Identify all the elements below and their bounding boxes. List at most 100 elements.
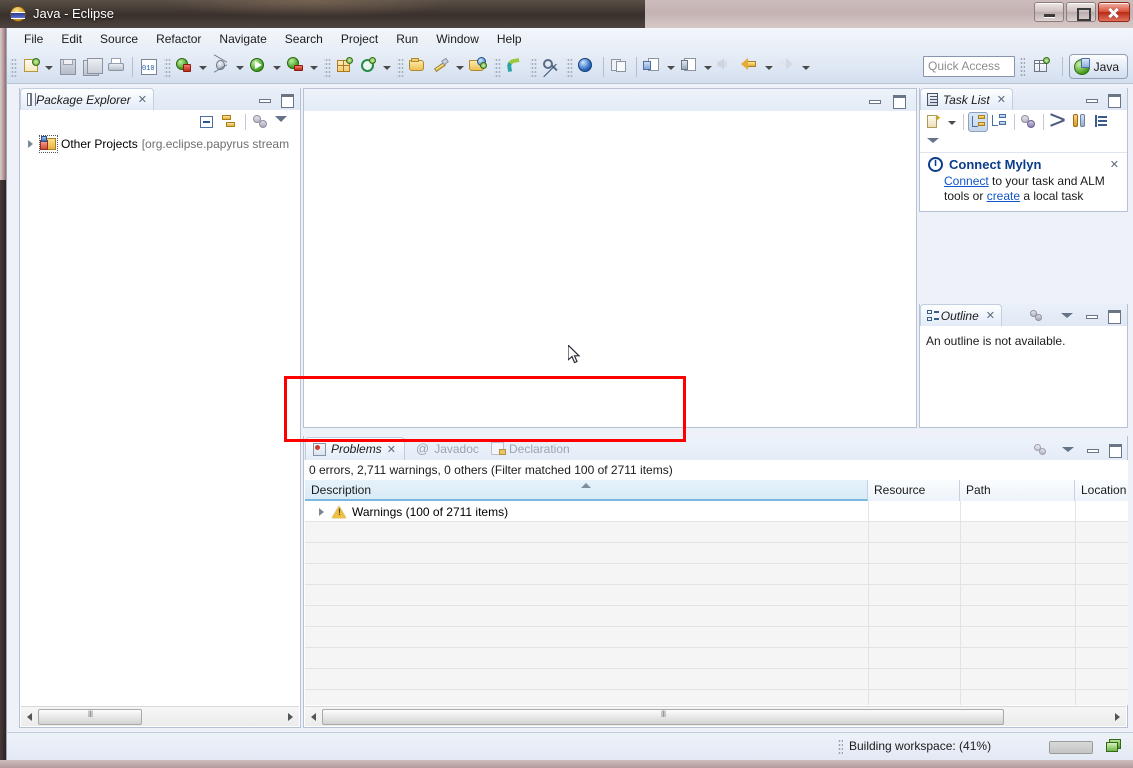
quick-access-grip[interactable] [1020,57,1025,77]
menu-window[interactable]: Window [427,30,488,48]
new-task-dropdown-icon[interactable] [946,112,957,132]
close-icon[interactable]: ✕ [138,93,147,106]
perspective-java-button[interactable]: Java [1068,54,1128,79]
minimize-icon[interactable] [1085,92,1099,106]
toolbar-grip-6[interactable] [530,56,537,77]
menu-project[interactable]: Project [332,30,387,48]
menu-file[interactable]: File [15,30,52,48]
menu-edit[interactable]: Edit [52,30,91,48]
maximize-icon[interactable] [1107,308,1121,324]
column-header-path[interactable]: Path [960,480,1075,501]
run-icon[interactable] [248,56,270,78]
toolbar-grip-5[interactable] [494,56,501,77]
next-annotation-dropdown-icon[interactable] [702,57,713,77]
minimize-button[interactable] [1034,2,1064,22]
tab-outline[interactable]: Outline ✕ [920,304,1002,326]
focus-on-active-task-icon[interactable] [1034,442,1048,456]
scroll-left-arrow[interactable] [21,708,38,726]
close-button[interactable] [1098,2,1130,22]
table-row[interactable] [305,648,1128,669]
table-row[interactable] [305,543,1128,564]
toolbar-grip-7[interactable] [566,56,573,77]
open-perspective-icon[interactable] [1031,55,1055,79]
view-menu-icon[interactable] [926,133,946,153]
table-row[interactable]: Warnings (100 of 2711 items) [305,501,1128,522]
table-row[interactable] [305,669,1128,690]
table-row[interactable] [305,627,1128,648]
close-icon[interactable]: ✕ [986,309,995,322]
tab-package-explorer[interactable]: Package Explorer ✕ [20,88,154,110]
synchronize-changed-icon[interactable] [1070,112,1090,132]
expand-arrow-icon[interactable] [317,507,327,517]
view-menu-icon[interactable] [1061,442,1075,456]
view-menu-icon[interactable] [274,112,294,132]
editor-minimize-icon[interactable] [868,93,882,107]
editor-maximize-icon[interactable] [892,93,906,109]
forward-dropdown-icon[interactable] [763,57,774,77]
new-java-class-dropdown-icon[interactable] [381,57,392,77]
toolbar-grip-2[interactable] [164,56,171,77]
external-tools-dropdown-icon[interactable] [197,57,208,77]
menu-source[interactable]: Source [91,30,147,48]
focus-on-active-task-icon[interactable] [1030,308,1044,322]
toggle-mark-occurrences-icon[interactable]: 010 [138,56,160,78]
save-icon[interactable] [57,56,79,78]
scroll-right-arrow[interactable] [282,708,299,726]
scroll-track[interactable] [38,708,282,726]
menu-navigate[interactable]: Navigate [210,30,275,48]
new-wizard-dropdown-icon[interactable] [43,57,54,77]
open-task-icon[interactable] [468,56,490,78]
previous-annotation-dropdown-icon[interactable] [665,57,676,77]
table-row[interactable] [305,690,1128,705]
forward-history-icon[interactable] [777,56,799,78]
run-last-tool-dropdown-icon[interactable] [308,57,319,77]
new-untitled-text-file-icon[interactable] [609,56,631,78]
toolbar-grip-4[interactable] [397,56,404,77]
close-icon[interactable]: ✕ [1110,158,1119,171]
package-explorer-hscrollbar[interactable] [21,706,299,726]
status-bar-grip[interactable] [838,739,843,756]
quick-access-input[interactable]: Quick Access [923,56,1015,77]
menu-run[interactable]: Run [387,30,427,48]
table-row[interactable] [305,564,1128,585]
connect-link[interactable]: Connect [944,174,989,188]
toggle-search-icon[interactable] [540,56,562,78]
focus-on-workweek-icon[interactable] [1019,112,1039,132]
debug-icon[interactable] [211,53,233,78]
create-link[interactable]: create [987,189,1020,203]
scroll-left-arrow[interactable] [305,708,322,726]
tab-task-list[interactable]: Task List ✕ [920,88,1013,110]
annotate-dropdown-icon[interactable] [454,57,465,77]
column-header-resource[interactable]: Resource [868,480,960,501]
toolbar-grip-3[interactable] [324,56,331,77]
tab-declaration[interactable]: Declaration [484,437,584,460]
scroll-right-arrow[interactable] [1109,708,1126,726]
scroll-thumb[interactable] [38,708,142,725]
menu-help[interactable]: Help [488,30,531,48]
minimize-icon[interactable] [258,92,272,106]
column-header-location[interactable]: Location [1075,480,1128,501]
new-wizard-icon[interactable] [20,56,42,78]
column-header-description[interactable]: Description [305,480,868,501]
maximize-icon[interactable] [280,92,294,108]
table-row[interactable] [305,585,1128,606]
tab-problems[interactable]: Problems ✕ [305,437,405,460]
table-row[interactable] [305,606,1128,627]
run-dropdown-icon[interactable] [271,57,282,77]
forward-history-dropdown-icon[interactable] [800,57,811,77]
collapse-all-icon[interactable] [197,112,217,132]
new-java-package-icon[interactable] [334,56,356,78]
toolbar-grip[interactable] [10,56,17,77]
minimize-icon[interactable] [1086,442,1100,456]
scroll-track[interactable] [322,708,1109,726]
collapse-all-icon[interactable] [1092,112,1112,132]
debug-dropdown-icon[interactable] [234,57,245,77]
close-icon[interactable]: ✕ [387,443,396,456]
open-web-browser-icon[interactable] [576,56,598,78]
link-with-editor-icon[interactable] [220,112,240,132]
scroll-thumb[interactable] [322,708,1004,725]
filter-completed-tasks-icon[interactable] [1048,112,1068,132]
forward-icon[interactable] [740,56,762,78]
problems-hscrollbar[interactable] [305,706,1126,726]
previous-annotation-icon[interactable] [642,56,664,78]
